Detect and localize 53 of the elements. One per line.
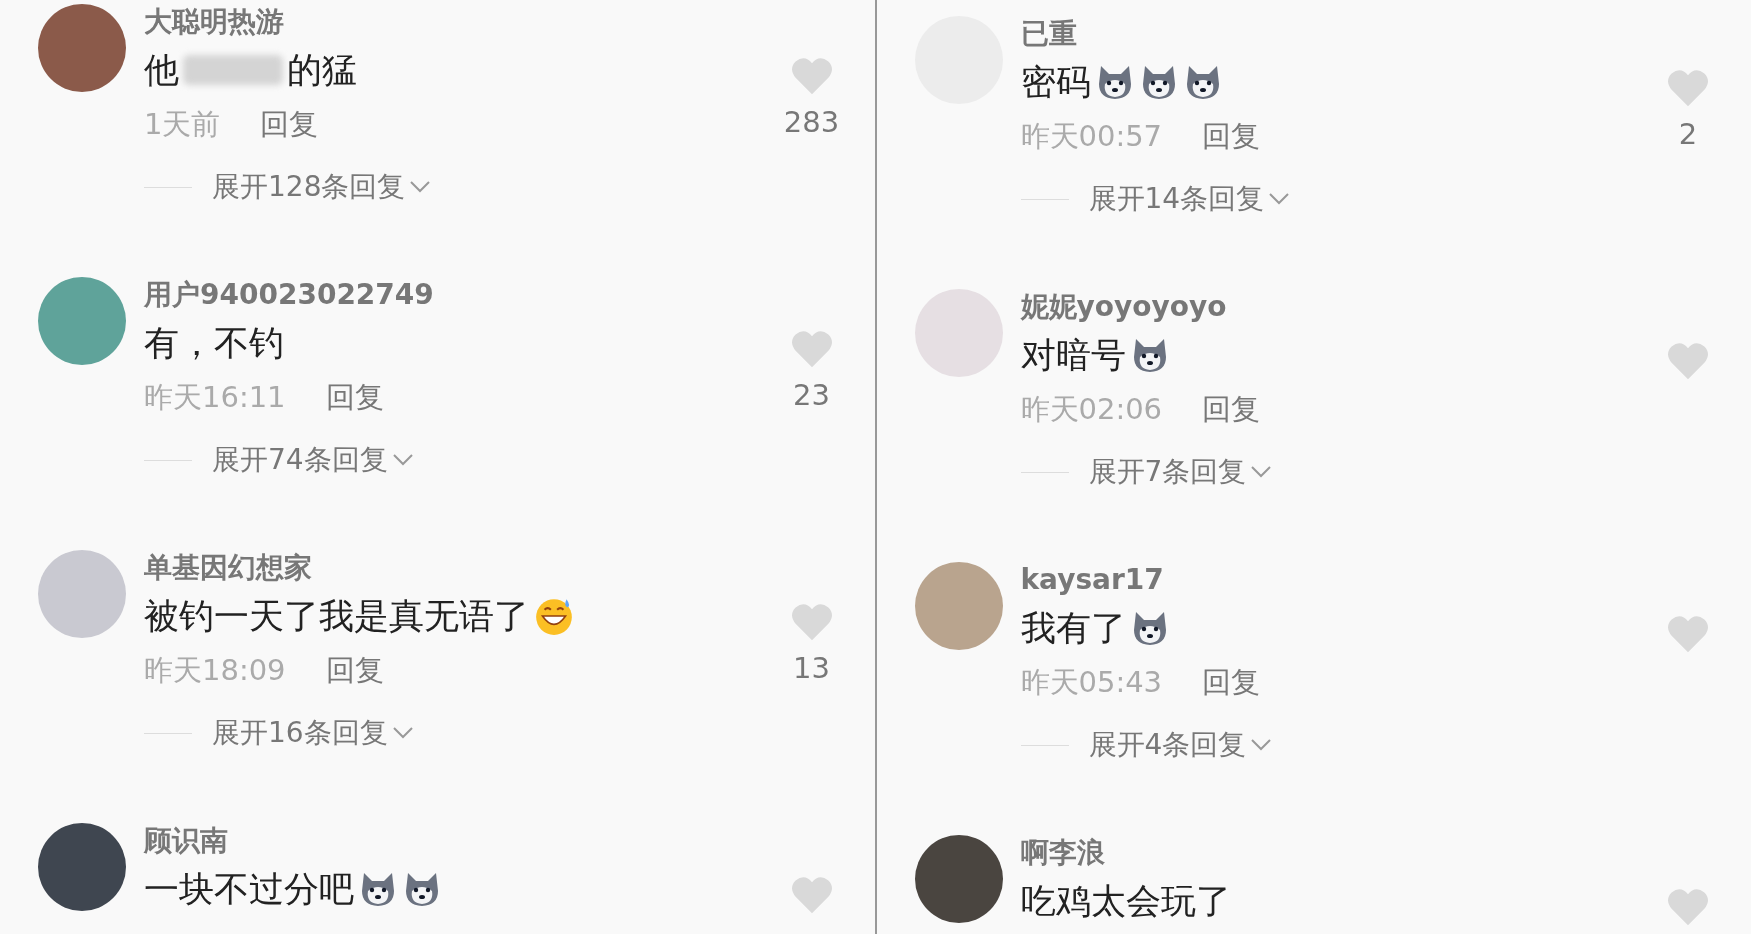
comment-text: 密码 [1020,61,1091,104]
like-count: 23 [793,377,830,413]
chevron-down-icon [391,453,414,467]
expand-replies-link[interactable]: 展开128条回复 [212,166,432,208]
chevron-down-icon [391,726,414,740]
expand-replies-link[interactable]: 展开16条回复 [212,712,414,754]
username[interactable]: 单基因幻想家 [144,550,312,586]
expand-replies-link[interactable]: 展开4条回复 [1088,724,1273,766]
chevron-down-icon [1250,465,1273,479]
comment-text: 对暗号 [1020,334,1126,377]
reply-link[interactable]: 回复 [325,650,384,690]
like-count: 13 [793,650,830,686]
chevron-down-icon [409,180,432,194]
reply-link[interactable]: 回复 [1202,662,1261,702]
username[interactable]: 大聪明热游 [144,4,284,40]
username[interactable]: 顾识南 [144,823,228,859]
heart-icon[interactable] [789,602,834,642]
username[interactable]: 啊李浪 [1020,835,1105,871]
comment-time: 昨天05:43 [1020,664,1163,701]
reply-link[interactable]: 回复 [1202,116,1261,156]
username[interactable]: 用户940023022749 [144,277,434,313]
like-count: 2 [1678,116,1698,152]
heart-icon[interactable] [1666,341,1710,381]
heart-icon[interactable] [1666,614,1710,654]
username[interactable]: kaysar17 [1020,562,1164,598]
heart-icon[interactable] [789,56,834,96]
chevron-down-icon [1250,738,1273,752]
comment-text: 一块不过分吧 [144,868,354,911]
comment-time: 昨天00:57 [1020,118,1163,155]
reply-link[interactable]: 回复 [1202,389,1261,429]
comment-time: 昨天02:06 [1020,391,1163,428]
expand-replies-link[interactable]: 展开74条回复 [212,439,414,481]
username[interactable]: 已重 [1020,16,1077,52]
comment-time: 1天前 [144,106,221,143]
reply-link[interactable]: 回复 [325,377,384,417]
reply-link[interactable]: 回复 [260,104,319,144]
comment-text: 他 [144,49,179,92]
expand-replies-link[interactable]: 展开7条回复 [1088,451,1273,493]
comment-text: 我有了 [1020,607,1126,650]
comment-time: 昨天16:11 [144,379,286,416]
comment-text: 被钓一天了我是真无语了 [144,595,529,638]
expand-replies-link[interactable]: 展开14条回复 [1088,178,1291,220]
comment-text: 有，不钓 [144,322,284,365]
username[interactable]: 妮妮yoyoyoyo [1020,289,1227,325]
heart-icon[interactable] [1666,887,1710,927]
like-count: 283 [783,104,840,140]
comment-text: 吃鸡太会玩了 [1020,880,1231,923]
comment-time: 昨天18:09 [144,652,286,689]
heart-icon[interactable] [789,875,834,915]
comment-text: 的猛 [287,49,357,92]
heart-icon[interactable] [789,329,834,369]
chevron-down-icon [1268,192,1291,206]
heart-icon[interactable] [1666,68,1710,108]
